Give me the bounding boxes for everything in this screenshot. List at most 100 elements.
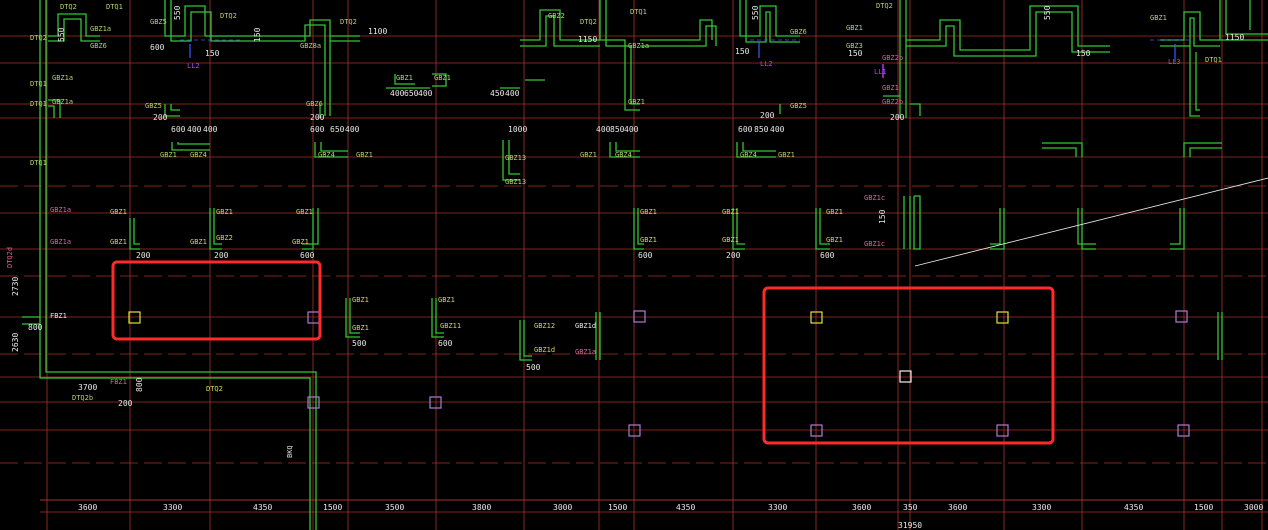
axis-span-label: 3000 <box>1244 503 1263 512</box>
wall-label: GBZ5 <box>150 18 167 26</box>
axis-span-label: 3600 <box>948 503 967 512</box>
dim-text: 850 <box>610 125 625 134</box>
dim-text: 600 <box>171 125 186 134</box>
axis-span-label: 4350 <box>1124 503 1143 512</box>
wall-label: GBZ13 <box>505 154 526 162</box>
wall-label: GBZ1 <box>352 296 369 304</box>
wall-label: BKQ <box>286 445 294 458</box>
wall-label: GBZ1 <box>640 208 657 216</box>
dim-text: 600 <box>438 339 453 348</box>
wall-label: GBZ6 <box>90 42 107 50</box>
dim-text: 550 <box>751 5 760 20</box>
wall-label: GBZ1 <box>396 74 413 82</box>
dim-text: 1150 <box>578 35 597 44</box>
wall-label: GBZ1 <box>628 98 645 106</box>
wall-label: GBZ1 <box>110 208 127 216</box>
wall-label: GBZ11 <box>440 322 461 330</box>
axis-span-label: 3000 <box>553 503 572 512</box>
wall-label: DTQ2 <box>60 3 77 11</box>
axis-span-label: 1500 <box>608 503 627 512</box>
wall-label: GBZ2b <box>882 98 903 106</box>
dim-text: 800 <box>28 323 43 332</box>
axis-span-label: 4350 <box>676 503 695 512</box>
dim-text: 600 <box>820 251 835 260</box>
wall-label: DTQ1 <box>106 3 123 11</box>
wall-label: GBZ5 <box>145 102 162 110</box>
wall-label: DTQ1 <box>630 8 647 16</box>
wall-label: GBZ1 <box>826 208 843 216</box>
wall-label: GBZ1 <box>352 324 369 332</box>
wall-label: DTQ2 <box>580 18 597 26</box>
wall-label: DTQ2d <box>6 247 14 268</box>
dim-text: 650 <box>404 89 419 98</box>
wall-label: DTQ2 <box>220 12 237 20</box>
dim-text: 400 <box>418 89 433 98</box>
wall-label: GBZ1 <box>296 208 313 216</box>
dim-text: 200 <box>214 251 229 260</box>
wall-label: GBZ1a <box>628 42 649 50</box>
dim-text: 200 <box>153 113 168 122</box>
wall-label: GBZ6 <box>306 100 323 108</box>
wall-label: GBZ2 <box>216 234 233 242</box>
dim-text: 550 <box>57 27 66 42</box>
wall-label: GBZ1a <box>50 206 71 214</box>
wall-label: GBZ1 <box>216 208 233 216</box>
wall-label: DTQ2 <box>206 385 223 393</box>
dim-text: 600 <box>638 251 653 260</box>
dim-text: 400 <box>505 89 520 98</box>
beam-label: LL3 <box>1168 58 1181 66</box>
dim-text: 600 <box>310 125 325 134</box>
wall-label: GBZ1 <box>580 151 597 159</box>
dim-text: 150 <box>848 49 863 58</box>
wall-label: GBZ2 <box>548 12 565 20</box>
dim-text: 150 <box>735 47 750 56</box>
axis-span-label: 3300 <box>163 503 182 512</box>
dim-text: 2630 <box>11 333 20 352</box>
dim-text: 3700 <box>78 383 97 392</box>
wall-label: GBZ13 <box>505 178 526 186</box>
wall-label: DTQ1 <box>30 100 47 108</box>
dim-text: 600 <box>738 125 753 134</box>
dim-text: 850 <box>754 125 769 134</box>
dim-text: 500 <box>526 363 541 372</box>
wall-label: FBZ1 <box>50 312 67 320</box>
axis-span-label: 1500 <box>323 503 342 512</box>
wall-label: GBZ1 <box>722 236 739 244</box>
wall-label: GBZ1 <box>160 151 177 159</box>
wall-label: GBZ1a <box>52 98 73 106</box>
dim-text: 1100 <box>368 27 387 36</box>
beam-label: LL1 <box>874 68 887 76</box>
axis-span-label: 3600 <box>78 503 97 512</box>
wall-label: GBZ8a <box>300 42 321 50</box>
wall-label: DTQ2 <box>876 2 893 10</box>
axis-span-label: 3800 <box>472 503 491 512</box>
dim-text: 2730 <box>11 277 20 296</box>
wall-label: GBZ1c <box>864 194 885 202</box>
dim-text: 1150 <box>1225 33 1244 42</box>
cad-drawing-canvas[interactable]: DTQ2 DTQ1 GBZ1a GBZ6 GBZ5 DTQ2 GBZ8a DTQ… <box>0 0 1268 530</box>
dim-text: 200 <box>726 251 741 260</box>
wall-label: GBZ2b <box>882 54 903 62</box>
dim-text: 150 <box>878 209 887 224</box>
wall-label: DTQ1 <box>30 80 47 88</box>
wall-label: GBZ12 <box>534 322 555 330</box>
axis-span-label: 3500 <box>385 503 404 512</box>
dim-text: 400 <box>770 125 785 134</box>
axis-span-label: 350 <box>903 503 918 512</box>
axis-total-label: 31950 <box>898 521 922 530</box>
wall-label: GBZ4 <box>740 151 757 159</box>
wall-label: GBZ1 <box>826 236 843 244</box>
dim-text: 200 <box>310 113 325 122</box>
wall-label: GBZ1 <box>1150 14 1167 22</box>
wall-label: GBZ1 <box>190 238 207 246</box>
dim-text: 550 <box>1043 5 1052 20</box>
wall-label: DTQ1 <box>30 159 47 167</box>
beam-label: LL2 <box>187 62 200 70</box>
wall-label: DTQ2b <box>72 394 93 402</box>
wall-label: GBZ1 <box>434 74 451 82</box>
dim-text: 550 <box>173 5 182 20</box>
dim-text: 400 <box>596 125 611 134</box>
dim-text: 650 <box>330 125 345 134</box>
dim-text: 200 <box>118 399 133 408</box>
wall-label: FBZ1 <box>110 378 127 386</box>
